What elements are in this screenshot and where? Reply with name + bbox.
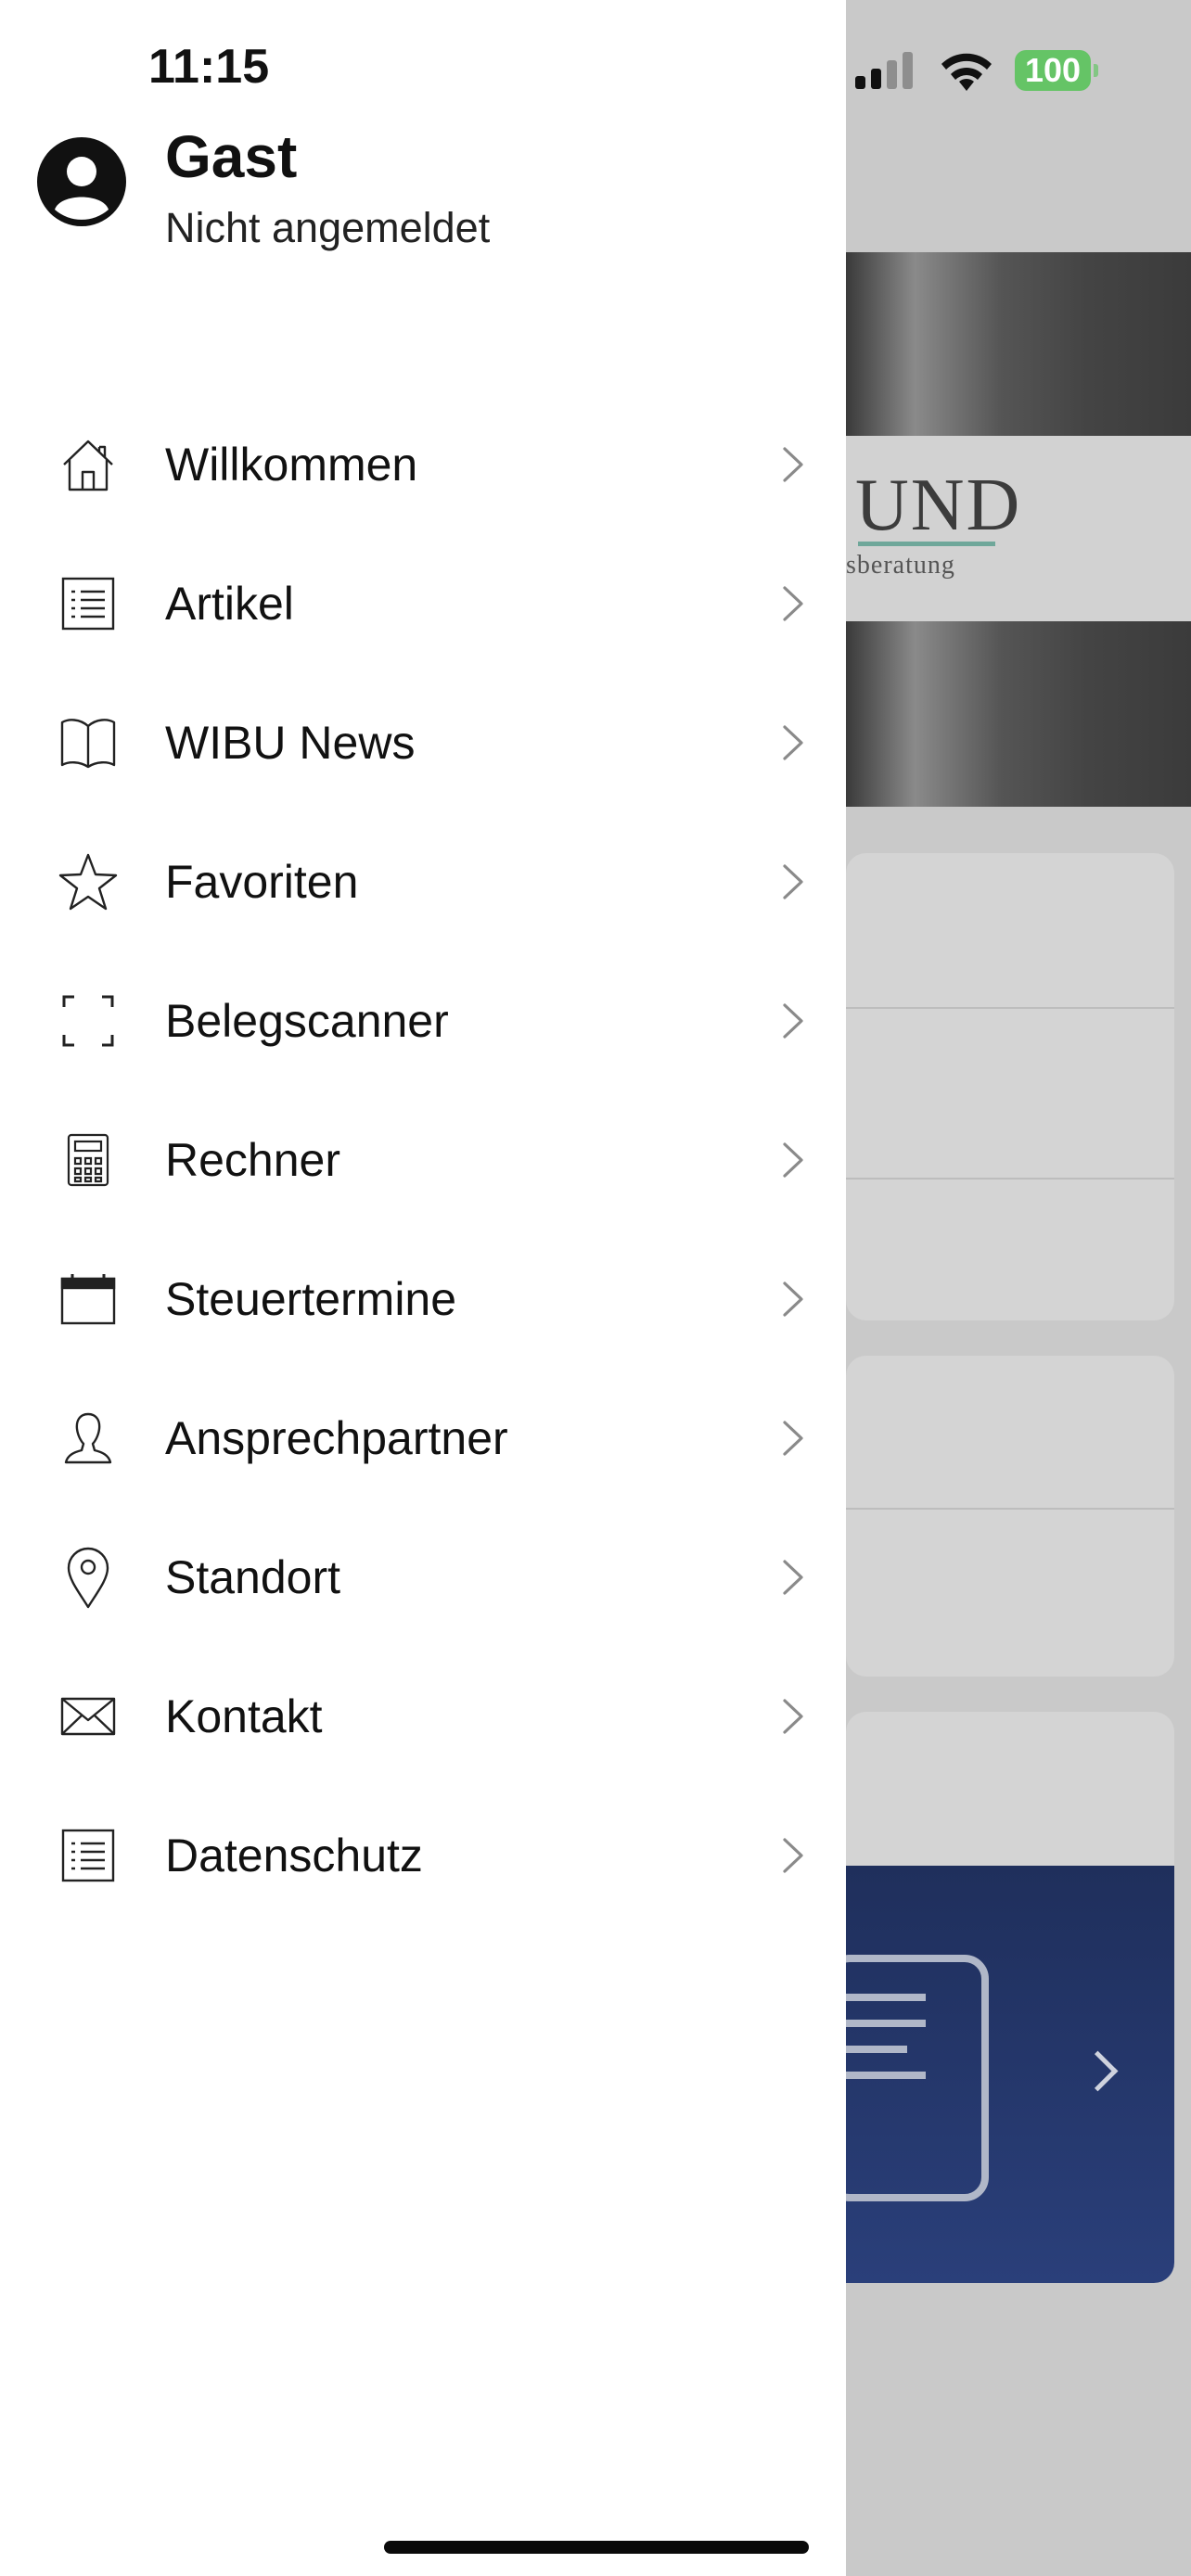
chevron-right-icon xyxy=(783,447,803,482)
card-divider xyxy=(846,1007,1174,1009)
menu-item-datenschutz[interactable]: Datenschutz xyxy=(0,1786,846,1925)
menu-item-willkommen[interactable]: Willkommen xyxy=(0,395,846,534)
envelope-icon xyxy=(56,1687,121,1746)
menu-item-label: Steuertermine xyxy=(165,1273,457,1325)
navigation-drawer: 11:15 Gast Nicht angemeldet Willkommen A… xyxy=(0,0,846,2576)
status-indicators: 100 xyxy=(855,45,1098,96)
menu-item-kontakt[interactable]: Kontakt xyxy=(0,1647,846,1786)
menu-item-wibu-news[interactable]: WIBU News xyxy=(0,673,846,812)
background-card-2[interactable] xyxy=(846,1356,1174,1677)
calculator-icon xyxy=(56,1130,121,1190)
home-icon xyxy=(56,435,121,494)
menu-item-label: Willkommen xyxy=(165,439,418,491)
device-line xyxy=(846,2072,926,2079)
chevron-right-icon xyxy=(783,725,803,760)
menu-item-label: Kontakt xyxy=(165,1690,323,1742)
device-line xyxy=(846,2020,926,2027)
menu-item-label: Belegscanner xyxy=(165,995,449,1047)
chevron-right-icon xyxy=(783,1282,803,1317)
menu-item-label: WIBU News xyxy=(165,717,416,769)
login-status: Nicht angemeldet xyxy=(165,204,491,251)
star-icon xyxy=(56,852,121,912)
menu-item-label: Rechner xyxy=(165,1134,340,1186)
menu-item-standort[interactable]: Standort xyxy=(0,1508,846,1647)
battery-indicator: 100 xyxy=(1015,50,1098,91)
header-photo-top xyxy=(846,252,1191,436)
header-photo-bottom xyxy=(846,621,1191,807)
chevron-right-icon xyxy=(783,1142,803,1178)
menu-item-favoriten[interactable]: Favoriten xyxy=(0,812,846,951)
card-divider xyxy=(846,1508,1174,1510)
calendar-icon xyxy=(56,1269,121,1329)
person-icon xyxy=(56,1409,121,1468)
status-time: 11:15 xyxy=(148,40,270,94)
home-indicator[interactable] xyxy=(384,2541,809,2554)
menu-item-label: Ansprechpartner xyxy=(165,1412,508,1464)
scan-frame-icon xyxy=(56,991,121,1051)
list-icon xyxy=(56,574,121,633)
chevron-right-icon xyxy=(783,864,803,899)
user-avatar-icon[interactable] xyxy=(37,137,126,226)
device-line xyxy=(846,2046,907,2053)
card-divider xyxy=(846,1178,1174,1180)
chevron-right-icon xyxy=(783,1003,803,1039)
user-name: Gast xyxy=(165,123,298,190)
menu-item-label: Favoriten xyxy=(165,856,359,908)
menu-item-belegscanner[interactable]: Belegscanner xyxy=(0,951,846,1090)
menu-item-artikel[interactable]: Artikel xyxy=(0,534,846,673)
menu-item-label: Artikel xyxy=(165,578,294,630)
cellular-signal-icon xyxy=(855,52,913,89)
book-icon xyxy=(56,713,121,772)
battery-level: 100 xyxy=(1024,51,1082,89)
location-pin-icon xyxy=(56,1547,121,1609)
logo-text: UND xyxy=(855,465,1022,546)
chevron-right-icon xyxy=(783,1421,803,1456)
wifi-icon xyxy=(941,53,992,91)
chevron-right-icon xyxy=(783,1699,803,1734)
logo-underline xyxy=(858,542,995,546)
menu-item-ansprechpartner[interactable]: Ansprechpartner xyxy=(0,1369,846,1508)
chevron-right-icon xyxy=(783,586,803,621)
chevron-right-icon xyxy=(783,1838,803,1873)
background-card-1[interactable] xyxy=(846,853,1174,1320)
menu-item-label: Datenschutz xyxy=(165,1830,423,1881)
device-line xyxy=(846,1994,926,2001)
menu-item-steuertermine[interactable]: Steuertermine xyxy=(0,1230,846,1369)
chevron-right-icon xyxy=(783,1560,803,1595)
logo-subtext: sberatung xyxy=(846,551,955,580)
menu-item-label: Standort xyxy=(165,1551,341,1603)
menu-item-rechner[interactable]: Rechner xyxy=(0,1090,846,1230)
list-icon xyxy=(56,1826,121,1885)
